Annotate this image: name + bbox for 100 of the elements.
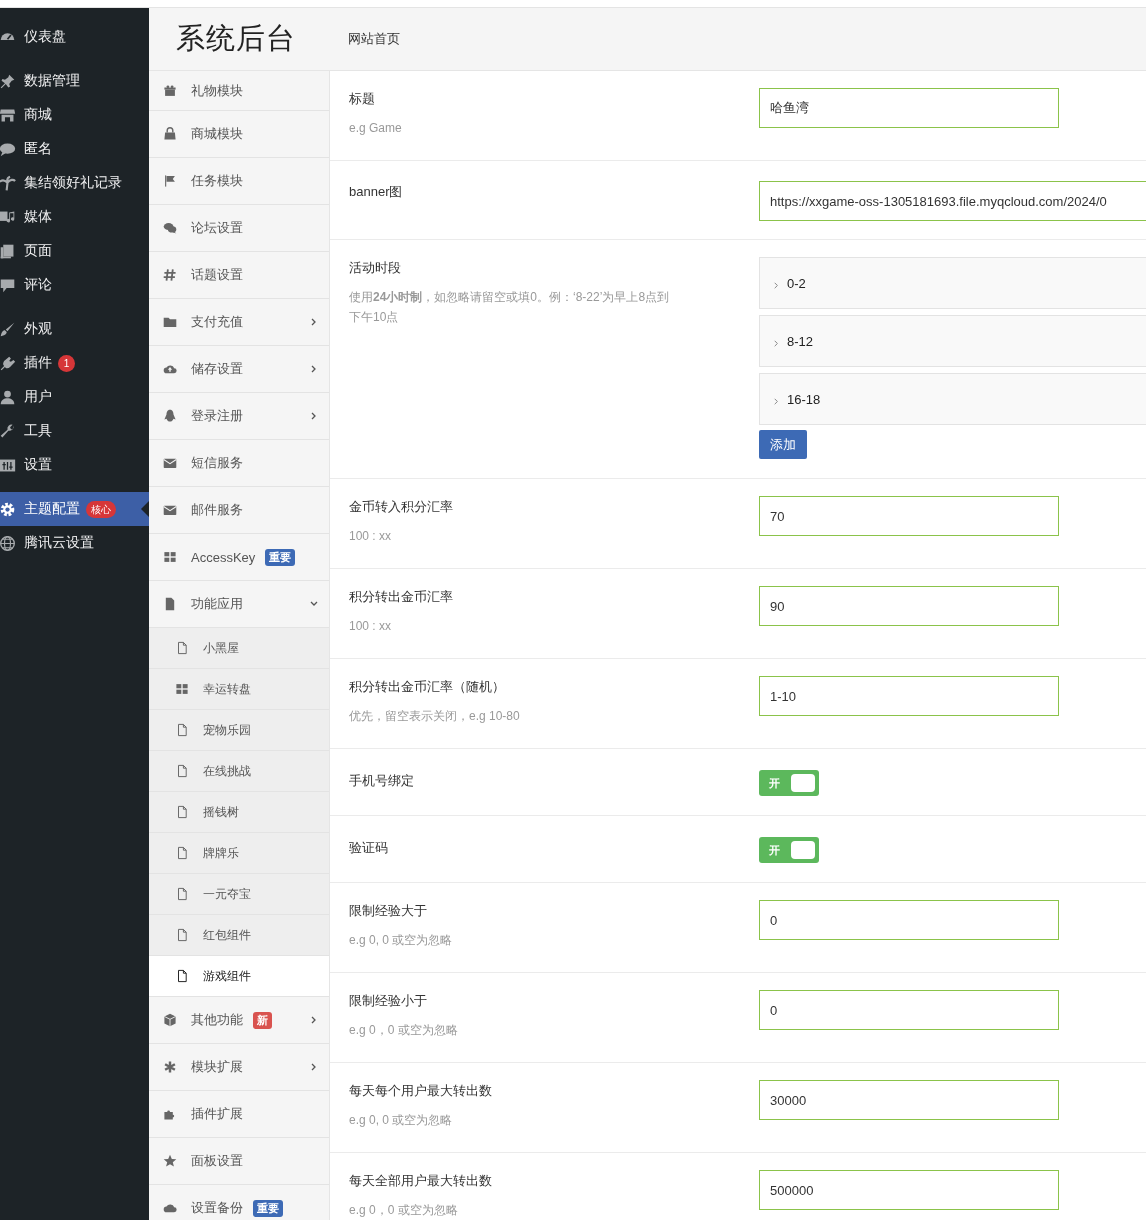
nav-item[interactable]: 面板设置 [149, 1138, 329, 1185]
nav-item[interactable]: 其他功能 新 [149, 997, 329, 1044]
sidebar-item[interactable]: 设置 [0, 448, 149, 482]
field-label: 积分转出金币汇率 [349, 588, 454, 606]
file-icon [175, 928, 189, 942]
sidebar-item[interactable]: 外观 [0, 312, 149, 346]
nav-item[interactable]: 任务模块 [149, 158, 329, 205]
sidebar-item[interactable]: 商城 [0, 98, 149, 132]
nav-subitem[interactable]: 幸运转盘 [149, 669, 329, 710]
nav-item[interactable]: 短信服务 [149, 440, 329, 487]
panel-title: 系统后台 [176, 22, 296, 54]
nav-item[interactable]: 论坛设置 [149, 205, 329, 252]
field-label: 每天每个用户最大转出数 [349, 1082, 493, 1100]
nav-item[interactable]: 设置备份 重要 [149, 1185, 329, 1220]
count-badge: 核心 [86, 500, 116, 518]
sidebar-item[interactable]: 用户 [0, 380, 149, 414]
field-hint: e.g Game [349, 120, 403, 137]
nav-subitem[interactable]: 红包组件 [149, 915, 329, 956]
chevron-right-icon [772, 396, 781, 406]
nav-item[interactable]: 支付充值 [149, 299, 329, 346]
user-icon [0, 388, 16, 406]
text-field[interactable]: 90 [759, 586, 1059, 626]
sidebar-item[interactable]: 插件 1 [0, 346, 149, 380]
nav-item[interactable]: 礼物模块 [149, 71, 329, 111]
envelope-icon [163, 503, 177, 517]
field-label: 每天全部用户最大转出数 [349, 1172, 493, 1190]
text-field[interactable]: 0 [759, 900, 1059, 940]
sidebar-item[interactable]: 腾讯云设置 [0, 526, 149, 560]
text-field[interactable]: 1-10 [759, 676, 1059, 716]
star-icon [163, 1154, 177, 1168]
gift-icon [163, 83, 177, 98]
file-icon [175, 641, 189, 655]
time-slot-item[interactable]: 0-2 [759, 257, 1146, 309]
slot-value: 16-18 [787, 391, 821, 407]
nav-subitem[interactable]: 在线挑战 [149, 751, 329, 792]
asterisk-icon [163, 1060, 177, 1074]
field-label: 手机号绑定 [349, 772, 415, 790]
nav-subitem[interactable]: 游戏组件 [149, 956, 329, 997]
nav-subitem[interactable]: 摇钱树 [149, 792, 329, 833]
field-label: 限制经验小于 [349, 992, 428, 1010]
cube-icon [163, 1013, 177, 1027]
chevron-right-icon [772, 338, 781, 348]
file-icon [163, 597, 177, 611]
plug-icon [0, 354, 16, 372]
text-field[interactable]: 500000 [759, 1170, 1059, 1210]
file-icon [175, 887, 189, 901]
nav-subitem[interactable]: 一元夺宝 [149, 874, 329, 915]
envelope-icon [163, 456, 177, 470]
sidebar-item[interactable]: 主题配置 核心 [0, 492, 149, 526]
cloud-upload-icon [163, 362, 177, 376]
tag-badge: 重要 [253, 1199, 283, 1217]
cloud-icon [163, 1201, 177, 1215]
nav-subitem[interactable]: 宠物乐园 [149, 710, 329, 751]
sidebar-item[interactable]: 页面 [0, 234, 149, 268]
nav-item[interactable]: 登录注册 [149, 393, 329, 440]
sidebar-item[interactable]: 集结领好礼记录 [0, 166, 149, 200]
wrench-icon [0, 422, 16, 440]
field-label: banner图 [349, 183, 404, 201]
field-label: 限制经验大于 [349, 902, 428, 920]
field-label: 验证码 [349, 839, 389, 857]
text-field[interactable]: 30000 [759, 1080, 1059, 1120]
time-slot-item[interactable]: 8-12 [759, 315, 1146, 367]
field-hint: 100 : xx [349, 528, 393, 545]
url-field[interactable]: https://xxgame-oss-1305181693.file.myqcloud.com/2024/0 [759, 181, 1146, 221]
text-field[interactable]: 70 [759, 496, 1059, 536]
nav-subitem[interactable]: 小黑屋 [149, 628, 329, 669]
sidebar-item[interactable]: 仪表盘 [0, 20, 149, 54]
field-hint: e.g 0, 0 或空为忽略 [349, 932, 454, 949]
tag-badge: 新 [253, 1011, 272, 1029]
sidebar-item[interactable]: 评论 [0, 268, 149, 302]
hash-icon [163, 268, 177, 282]
folder-icon [163, 315, 177, 329]
field-label: 活动时段 [349, 259, 402, 277]
grid-icon [175, 682, 189, 696]
time-slot-item[interactable]: 16-18 [759, 373, 1146, 425]
nav-item[interactable]: 储存设置 [149, 346, 329, 393]
flag-icon [163, 174, 177, 188]
nav-item[interactable]: 邮件服务 [149, 487, 329, 534]
chevron-right-icon [772, 280, 781, 290]
add-button[interactable]: 添加 [759, 430, 807, 459]
sidebar-item[interactable]: 数据管理 [0, 64, 149, 98]
field-hint: 使用24小时制，如忽略请留空或填0。例：‘8-22’为早上8点到下午10点 [349, 289, 671, 326]
nav-item[interactable]: 商城模块 [149, 111, 329, 158]
brush-icon [0, 320, 16, 338]
sidebar-item[interactable]: 匿名 [0, 132, 149, 166]
nav-item[interactable]: 插件扩展 [149, 1091, 329, 1138]
sidebar-item[interactable]: 工具 [0, 414, 149, 448]
nav-item[interactable]: AccessKey 重要 [149, 534, 329, 581]
penguin-icon [163, 409, 177, 423]
sidebar-item[interactable]: 媒体 [0, 200, 149, 234]
field-hint: 优先，留空表示关闭，e.g 10-80 [349, 708, 521, 725]
slot-value: 0-2 [787, 275, 806, 291]
nav-subitem[interactable]: 牌牌乐 [149, 833, 329, 874]
text-field[interactable]: 哈鱼湾 [759, 88, 1059, 128]
nav-item[interactable]: 话题设置 [149, 252, 329, 299]
pointer-icon [141, 501, 149, 517]
site-home-link[interactable]: 网站首页 [348, 30, 400, 48]
nav-item[interactable]: 模块扩展 [149, 1044, 329, 1091]
file-icon [175, 723, 189, 737]
text-field[interactable]: 0 [759, 990, 1059, 1030]
